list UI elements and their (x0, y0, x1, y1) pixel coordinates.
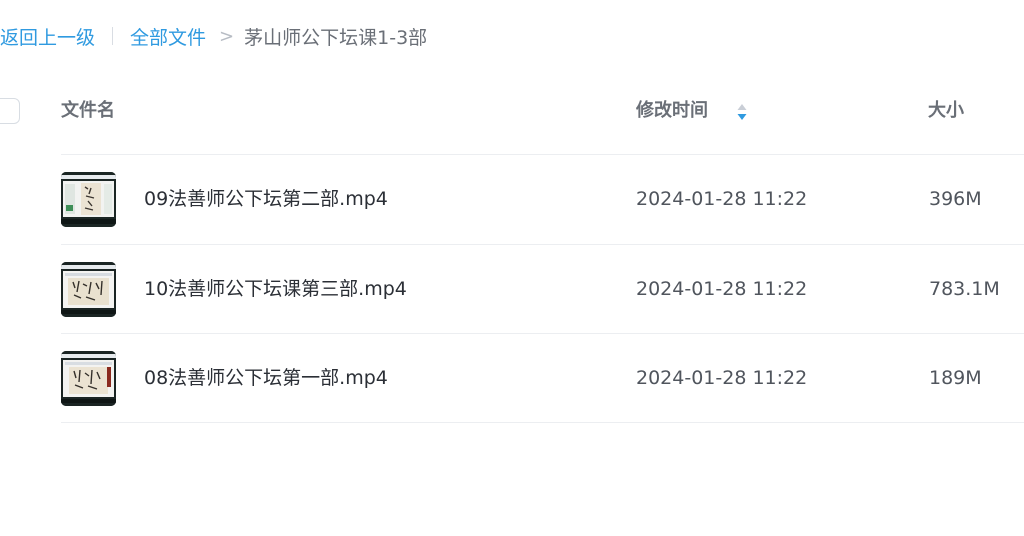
table-row[interactable]: 09法善师公下坛第二部.mp4 2024-01-28 11:22 396M (0, 155, 1024, 244)
table-header: 文件名 修改时间 大小 (0, 86, 1024, 136)
file-modified-time: 2024-01-28 11:22 (636, 188, 808, 210)
table-row[interactable]: 08法善师公下坛第一部.mp4 2024-01-28 11:22 189M (0, 334, 1024, 423)
file-name[interactable]: 08法善师公下坛第一部.mp4 (144, 365, 388, 391)
breadcrumb: 返回上一级 全部文件 > 茅山师公下坛课1-3部 (0, 20, 427, 52)
file-size: 783.1M (929, 278, 1000, 300)
file-name[interactable]: 09法善师公下坛第二部.mp4 (144, 186, 388, 212)
back-link[interactable]: 返回上一级 (0, 23, 95, 50)
file-modified-time: 2024-01-28 11:22 (636, 367, 808, 389)
table-row[interactable]: 10法善师公下坛课第三部.mp4 2024-01-28 11:22 783.1M (0, 245, 1024, 334)
sort-icon[interactable] (736, 101, 748, 123)
select-all-checkbox[interactable] (0, 98, 20, 124)
video-thumbnail-icon[interactable] (61, 262, 116, 317)
breadcrumb-arrow-icon: > (219, 25, 235, 47)
row-divider (61, 422, 1024, 423)
file-list-page: 返回上一级 全部文件 > 茅山师公下坛课1-3部 文件名 修改时间 大小 09法… (0, 0, 1024, 536)
file-size: 396M (929, 188, 982, 210)
column-header-name[interactable]: 文件名 (61, 98, 115, 124)
file-modified-time: 2024-01-28 11:22 (636, 278, 808, 300)
file-name[interactable]: 10法善师公下坛课第三部.mp4 (144, 276, 407, 302)
breadcrumb-divider (112, 27, 114, 45)
column-header-modified[interactable]: 修改时间 (636, 98, 708, 124)
all-files-link[interactable]: 全部文件 (130, 23, 206, 50)
video-thumbnail-icon[interactable] (61, 351, 116, 406)
current-folder-label: 茅山师公下坛课1-3部 (244, 26, 428, 49)
column-header-size[interactable]: 大小 (928, 98, 964, 124)
file-size: 189M (929, 367, 982, 389)
video-thumbnail-icon[interactable] (61, 172, 116, 227)
